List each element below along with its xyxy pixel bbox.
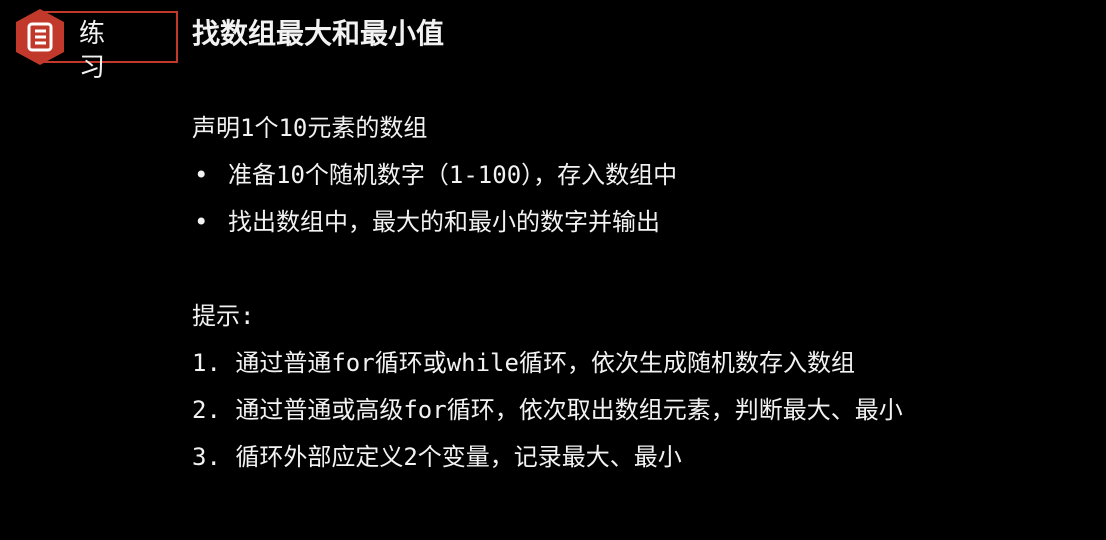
- task-intro: 声明1个10元素的数组: [192, 114, 428, 142]
- page-title: 找数组最大和最小值: [192, 17, 445, 50]
- hint-item: 3. 循环外部应定义2个变量，记录最大、最小: [192, 443, 682, 471]
- bullet-dot: •: [194, 208, 209, 236]
- badge-label: 练习: [79, 19, 107, 83]
- task-bullet-item: • 找出数组中，最大的和最小的数字并输出: [192, 199, 1072, 246]
- hint-item: 1. 通过普通for循环或while循环，依次生成随机数存入数组: [192, 349, 855, 377]
- task-bullet-item: • 准备10个随机数字（1-100），存入数组中: [192, 152, 1072, 199]
- task-bullet-text: 找出数组中，最大的和最小的数字并输出: [228, 208, 660, 236]
- hint-item: 2. 通过普通或高级for循环，依次取出数组元素，判断最大、最小: [192, 396, 903, 424]
- hints-list: 1. 通过普通for循环或while循环，依次生成随机数存入数组 2. 通过普通…: [192, 340, 1072, 481]
- task-bullet-text: 准备10个随机数字（1-100），存入数组中: [228, 161, 678, 189]
- task-bullet-list: • 准备10个随机数字（1-100），存入数组中 • 找出数组中，最大的和最小的…: [192, 152, 1072, 246]
- exercise-content: 声明1个10元素的数组 • 准备10个随机数字（1-100），存入数组中 • 找…: [192, 105, 1072, 481]
- document-icon: [16, 9, 64, 65]
- bullet-dot: •: [194, 161, 209, 189]
- hints-heading: 提示:: [192, 302, 255, 330]
